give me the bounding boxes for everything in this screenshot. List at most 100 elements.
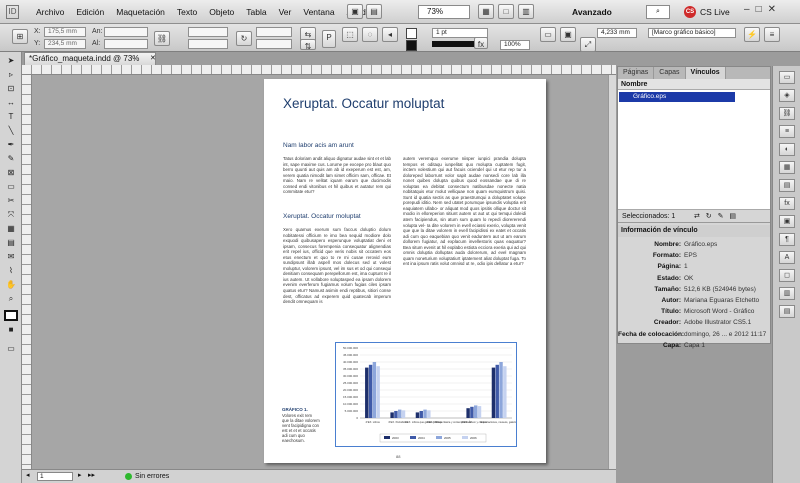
line-tool-icon[interactable]: ╲	[4, 125, 18, 136]
document-page[interactable]: Xeruptat. Occatur moluptat Nam labor aci…	[264, 79, 546, 463]
cell-styles-icon[interactable]: ▤	[779, 305, 795, 318]
effects-panel-icon[interactable]: fx	[779, 197, 795, 210]
zoom-select[interactable]: 73%	[418, 5, 470, 19]
text-wrap-panel-icon[interactable]: ▣	[779, 215, 795, 228]
menu-objeto[interactable]: Objeto	[203, 0, 240, 24]
view-options-icon[interactable]: ▦	[478, 4, 494, 19]
preflight-status-text[interactable]: Sin errores	[135, 472, 169, 481]
horizontal-ruler[interactable]	[22, 65, 616, 75]
height-field[interactable]	[104, 39, 148, 49]
pages-panel-icon[interactable]: ▭	[779, 71, 795, 84]
maximize-icon[interactable]: □	[756, 4, 762, 15]
direction-icon[interactable]: P	[322, 30, 336, 48]
tab-paginas[interactable]: Páginas	[618, 67, 655, 79]
width-field[interactable]	[104, 27, 148, 37]
scissors-tool-icon[interactable]: ✂	[4, 195, 18, 206]
links-name-header[interactable]: Nombre	[618, 79, 770, 90]
opacity-field[interactable]: 100%	[500, 40, 530, 50]
page-number-field[interactable]: 1	[37, 472, 73, 481]
select-container-icon[interactable]: ⬚	[342, 27, 358, 42]
next-page-icon[interactable]: ▸	[78, 471, 82, 479]
first-page-icon[interactable]: ◂	[26, 471, 30, 479]
preview-mode-icon[interactable]: ▭	[4, 343, 18, 354]
swatches-panel-icon[interactable]: ▦	[779, 161, 795, 174]
apply-color-icon[interactable]: ■	[4, 324, 18, 335]
workspace-switcher[interactable]: Avanzado	[572, 5, 632, 19]
eyedropper-tool-icon[interactable]: ⌇	[4, 265, 18, 276]
zoom-tool-icon[interactable]: ⌕	[4, 293, 18, 304]
hand-tool-icon[interactable]: ✋	[4, 279, 18, 290]
stroke-swatch[interactable]	[406, 40, 417, 51]
quick-apply-icon[interactable]: ⚡	[744, 27, 760, 42]
free-transform-tool-icon[interactable]: ⤧	[4, 209, 18, 220]
page-tool-icon[interactable]: ⊡	[4, 83, 18, 94]
object-styles-icon[interactable]: ◻	[779, 269, 795, 282]
fill-stroke-icon[interactable]	[4, 310, 18, 321]
object-style-select[interactable]: [Marco gráfico básico]	[648, 28, 736, 38]
vertical-ruler[interactable]	[22, 75, 32, 469]
links-panel-icon[interactable]: ⛓	[779, 107, 795, 120]
gradient-feather-tool-icon[interactable]: ▤	[4, 237, 18, 248]
bridge-icon[interactable]: ▣	[347, 4, 363, 19]
selection-tool-icon[interactable]: ➤	[4, 55, 18, 66]
stroke-panel-icon[interactable]: ≡	[779, 125, 795, 138]
reference-point-icon[interactable]: ⊞	[12, 29, 28, 44]
search-icon[interactable]: ⌕	[646, 5, 670, 19]
link-row[interactable]: Gráfico.eps	[619, 92, 735, 102]
scale-x-field[interactable]	[188, 27, 228, 37]
rotation-field[interactable]	[256, 27, 292, 37]
pencil-tool-icon[interactable]: ✎	[4, 153, 18, 164]
menu-maquetacion[interactable]: Maquetación	[110, 0, 171, 24]
fill-swatch[interactable]	[406, 28, 417, 39]
rectangle-frame-tool-icon[interactable]: ⊠	[4, 167, 18, 178]
menu-ventana[interactable]: Ventana	[297, 0, 340, 24]
type-tool-icon[interactable]: T	[4, 111, 18, 122]
gap-tool-icon[interactable]: ↔	[4, 97, 18, 108]
table-styles-icon[interactable]: ▥	[779, 287, 795, 300]
cs-live-label[interactable]: CS Live	[700, 5, 730, 19]
menu-edicion[interactable]: Edición	[70, 0, 110, 24]
fitting-icon[interactable]: ⤢	[580, 37, 596, 52]
layers-panel-icon[interactable]: ◈	[779, 89, 795, 102]
panel-menu-icon[interactable]: ≡	[764, 27, 780, 42]
direct-selection-tool-icon[interactable]: ▹	[4, 69, 18, 80]
note-tool-icon[interactable]: ✉	[4, 251, 18, 262]
menu-archivo[interactable]: Archivo	[30, 0, 70, 24]
vertical-scrollbar[interactable]	[608, 75, 616, 469]
document-tab[interactable]: *Gráfico_maqueta.indd @ 73%	[24, 52, 156, 65]
gradient-panel-icon[interactable]: ▤	[779, 179, 795, 192]
close-tab-icon[interactable]: ✕	[150, 54, 156, 62]
fx-icon[interactable]: fx	[474, 37, 488, 49]
arrange-documents-icon[interactable]: ▥	[518, 4, 534, 19]
select-content-icon[interactable]: ◌	[362, 27, 378, 42]
paragraph-styles-icon[interactable]: ¶	[779, 233, 795, 246]
x-position-field[interactable]: 175,5 mm	[44, 27, 86, 37]
rectangle-tool-icon[interactable]: ▭	[4, 181, 18, 192]
wrap-bounding-icon[interactable]: ▣	[560, 27, 576, 42]
menu-tabla[interactable]: Tabla	[240, 0, 272, 24]
tab-vinculos[interactable]: Vínculos	[685, 67, 726, 79]
y-position-field[interactable]: 234,5 mm	[44, 39, 86, 49]
tab-capas[interactable]: Capas	[654, 67, 686, 79]
wrap-none-icon[interactable]: ▭	[540, 27, 556, 42]
menu-ver[interactable]: Ver	[273, 0, 298, 24]
character-styles-icon[interactable]: A	[779, 251, 795, 264]
chart-frame[interactable]: 50.000.000 45.000.000 40.000.000 35.000.000…	[335, 342, 519, 447]
menu-texto[interactable]: Texto	[171, 0, 203, 24]
scale-y-field[interactable]	[188, 39, 228, 49]
link-actions-icons[interactable]: ⇄ ↻ ✎ ▤	[694, 210, 738, 223]
link-info-title[interactable]: Información de vínculo	[618, 225, 770, 237]
close-icon[interactable]: ✕	[768, 4, 776, 15]
screen-mode-icon[interactable]: □	[498, 4, 514, 19]
last-page-icon[interactable]: ▸▸	[88, 471, 95, 479]
minimize-icon[interactable]: –	[744, 4, 750, 15]
cs-live-icon[interactable]: CS	[684, 6, 696, 18]
constrain-proportions-icon[interactable]: ⛓	[154, 31, 170, 46]
color-panel-icon[interactable]: ◐	[779, 143, 795, 156]
stroke-size-field[interactable]: 4,233 mm	[597, 28, 637, 38]
flip-vertical-icon[interactable]: ⇅	[300, 39, 316, 51]
shear-field[interactable]	[256, 39, 292, 49]
pen-tool-icon[interactable]: ✒	[4, 139, 18, 150]
select-previous-icon[interactable]: ◂	[382, 27, 398, 42]
gradient-tool-icon[interactable]: ▦	[4, 223, 18, 234]
